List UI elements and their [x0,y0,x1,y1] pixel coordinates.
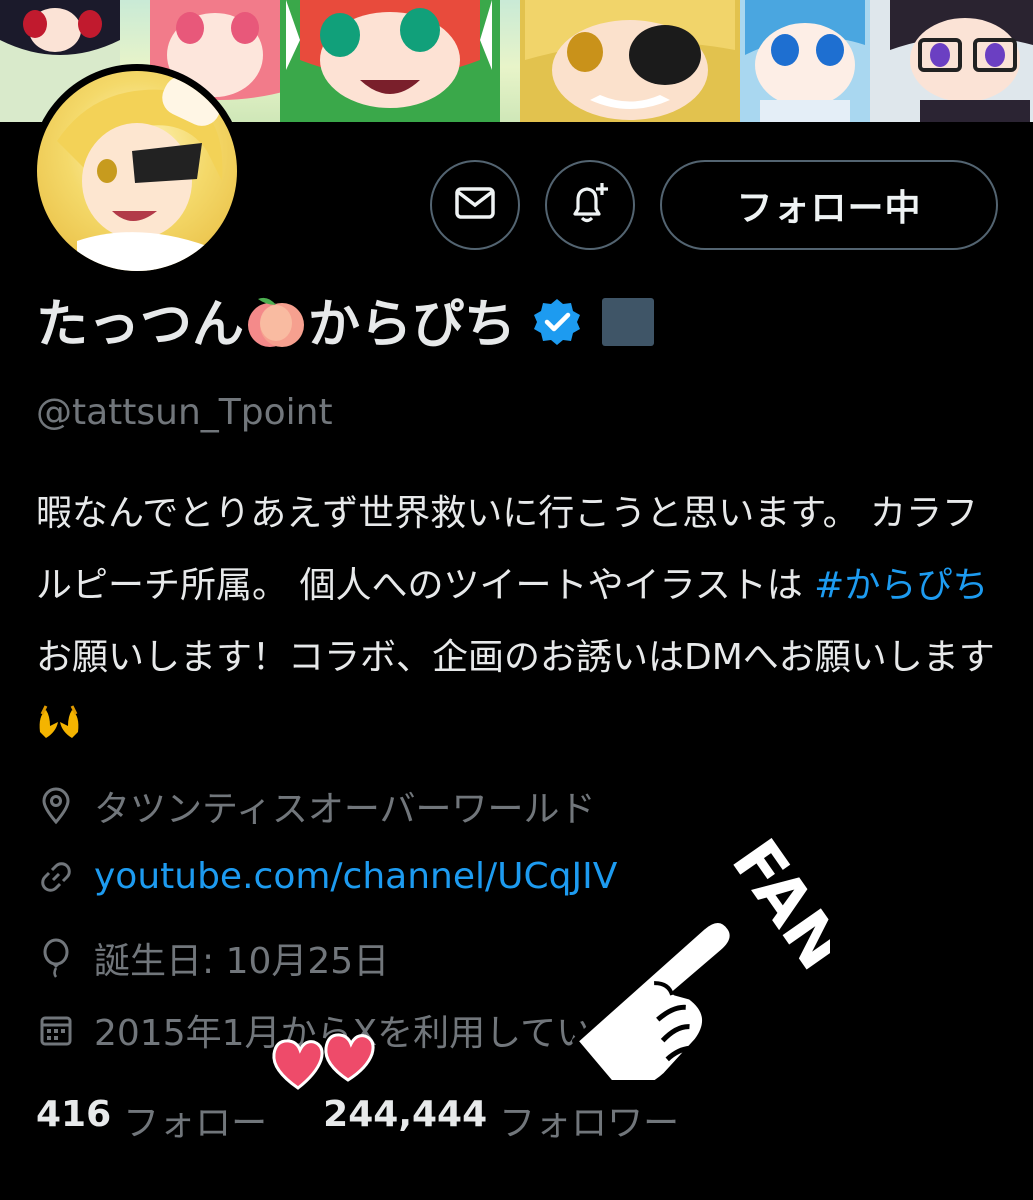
message-button[interactable] [430,160,520,250]
link-icon [36,857,76,897]
followers-label: フォロワー [499,1103,680,1144]
follow-stats: 416 フォロー 244,444 フォロワー [36,1094,679,1146]
following-count: 416 [36,1094,112,1135]
birthday-text: 誕生日: 10月25日 [94,941,390,982]
bio-hashtag-link[interactable]: #からぴち [814,565,988,606]
followers-count: 244,444 [323,1094,488,1135]
following-count-link[interactable]: 416 フォロー [36,1094,267,1146]
mail-icon [455,187,495,223]
hearts-sticker [268,1030,383,1099]
fan-sticker: FAN [500,800,861,1094]
calendar-icon [36,1010,76,1050]
display-name-part2: からぴち [308,294,517,355]
following-button[interactable]: フォロー中 [660,160,998,250]
display-name-row: たっつん からぴち [36,286,655,358]
hands-emoji [36,695,82,767]
affiliate-badge[interactable] [602,298,655,346]
balloon-icon [36,938,76,978]
notifications-button[interactable] [545,160,635,250]
display-name: たっつん からぴち [36,282,516,363]
fan-sticker-text: FAN [717,827,830,984]
birthday-row: 誕生日: 10月25日 [36,932,389,984]
verified-badge-icon[interactable] [532,297,582,347]
profile-bio: 暇なんでとりあえず世界救いに行こうと思います。 カラフルピーチ所属。 個人へのツ… [36,478,996,767]
followers-count-link[interactable]: 244,444 フォロワー [323,1094,679,1146]
location-pin-icon [36,786,76,826]
profile-handle: @tattsun_Tpoint [36,392,333,433]
display-name-part1: たっつん [36,294,245,355]
avatar-image [37,71,237,271]
bell-plus-icon [567,180,613,230]
avatar[interactable] [30,64,244,278]
bio-text: お願いします！コラボ、企画のお誘いはDMへお願いします [36,637,995,678]
peach-emoji [246,293,306,362]
following-label: フォロー [123,1103,268,1144]
